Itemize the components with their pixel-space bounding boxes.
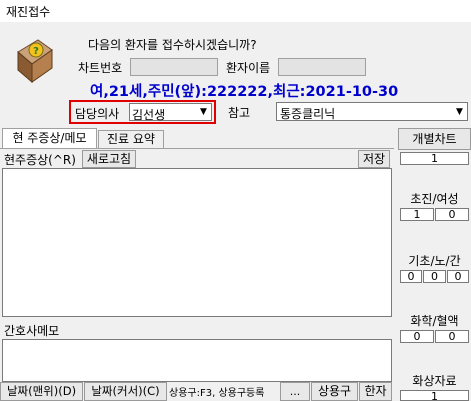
chemistry-label: 화학/혈액 <box>410 314 459 328</box>
svg-text:?: ? <box>33 46 39 57</box>
individual-chart-count: 1 <box>400 152 469 165</box>
blood-count: 0 <box>435 330 469 343</box>
phrase-hint: 상용구:F3, 상용구등록 <box>169 388 265 399</box>
book-help-icon: ? <box>17 39 53 84</box>
doctor-label: 담당의사 <box>75 107 120 121</box>
date-top-button[interactable]: 날짜(맨위)(D) <box>0 382 83 401</box>
individual-chart-button[interactable]: 개별차트 <box>398 128 471 150</box>
chart-number-field[interactable] <box>130 58 218 76</box>
liver-count: 0 <box>447 270 469 283</box>
doctor-value: 김선생 <box>132 108 166 122</box>
symptom-label: 현주증상(^R) <box>4 153 76 167</box>
reference-select[interactable]: 통증클리닉 ▼ <box>276 102 468 121</box>
female-count: 0 <box>435 208 469 221</box>
tab-summary[interactable]: 진료 요약 <box>98 130 164 148</box>
patient-name-field[interactable] <box>278 58 366 76</box>
chevron-down-icon[interactable]: ▼ <box>196 104 211 120</box>
save-button[interactable]: 저장 <box>358 150 390 168</box>
elderly-count: 0 <box>423 270 446 283</box>
hanja-button[interactable]: 한자 <box>359 382 392 401</box>
ellipsis-button[interactable]: ... <box>280 382 310 401</box>
patient-info: 여,21세,주민(앞):222222,최근:2021-10-30 <box>90 84 399 100</box>
chemistry-count: 0 <box>400 330 434 343</box>
symptom-textarea[interactable] <box>2 168 392 317</box>
side-panel: 개별차트 1 초진/여성 1 0 기초/노/간 0 0 0 화학/혈액 0 0 … <box>398 128 471 401</box>
patient-name-label: 환자이름 <box>226 61 271 75</box>
nurse-memo-textarea[interactable] <box>2 339 392 382</box>
tab-current-symptom[interactable]: 현 주증상/메모 <box>2 128 97 148</box>
reference-value: 통증클리닉 <box>280 107 336 121</box>
chart-number-label: 차트번호 <box>78 61 123 75</box>
title-bar: 재진접수 <box>0 0 471 22</box>
date-cursor-button[interactable]: 날짜(커서)(C) <box>84 382 167 401</box>
doctor-select[interactable]: 김선생 ▼ <box>129 103 212 122</box>
phrase-button[interactable]: 상용구 <box>311 382 358 401</box>
chevron-down-icon[interactable]: ▼ <box>452 103 467 120</box>
basic-count: 0 <box>400 270 422 283</box>
first-visit-label: 초진/여성 <box>410 192 459 206</box>
confirm-question: 다음의 환자를 접수하시겠습니까? <box>88 38 257 52</box>
window-title: 재진접수 <box>6 5 51 19</box>
tab-current-symptom-label: 현 주증상/메모 <box>12 131 87 145</box>
first-visit-count: 1 <box>400 208 434 221</box>
image-data-label: 화상자료 <box>412 374 457 388</box>
image-data-count: 1 <box>400 390 469 401</box>
nurse-memo-label: 간호사메모 <box>4 324 60 338</box>
reference-label: 참고 <box>228 106 251 120</box>
refresh-button[interactable]: 새로고침 <box>82 150 136 168</box>
basic-label: 기초/노/간 <box>408 254 461 268</box>
doctor-highlight-box: 담당의사 김선생 ▼ <box>69 100 216 124</box>
tab-summary-label: 진료 요약 <box>107 132 155 146</box>
